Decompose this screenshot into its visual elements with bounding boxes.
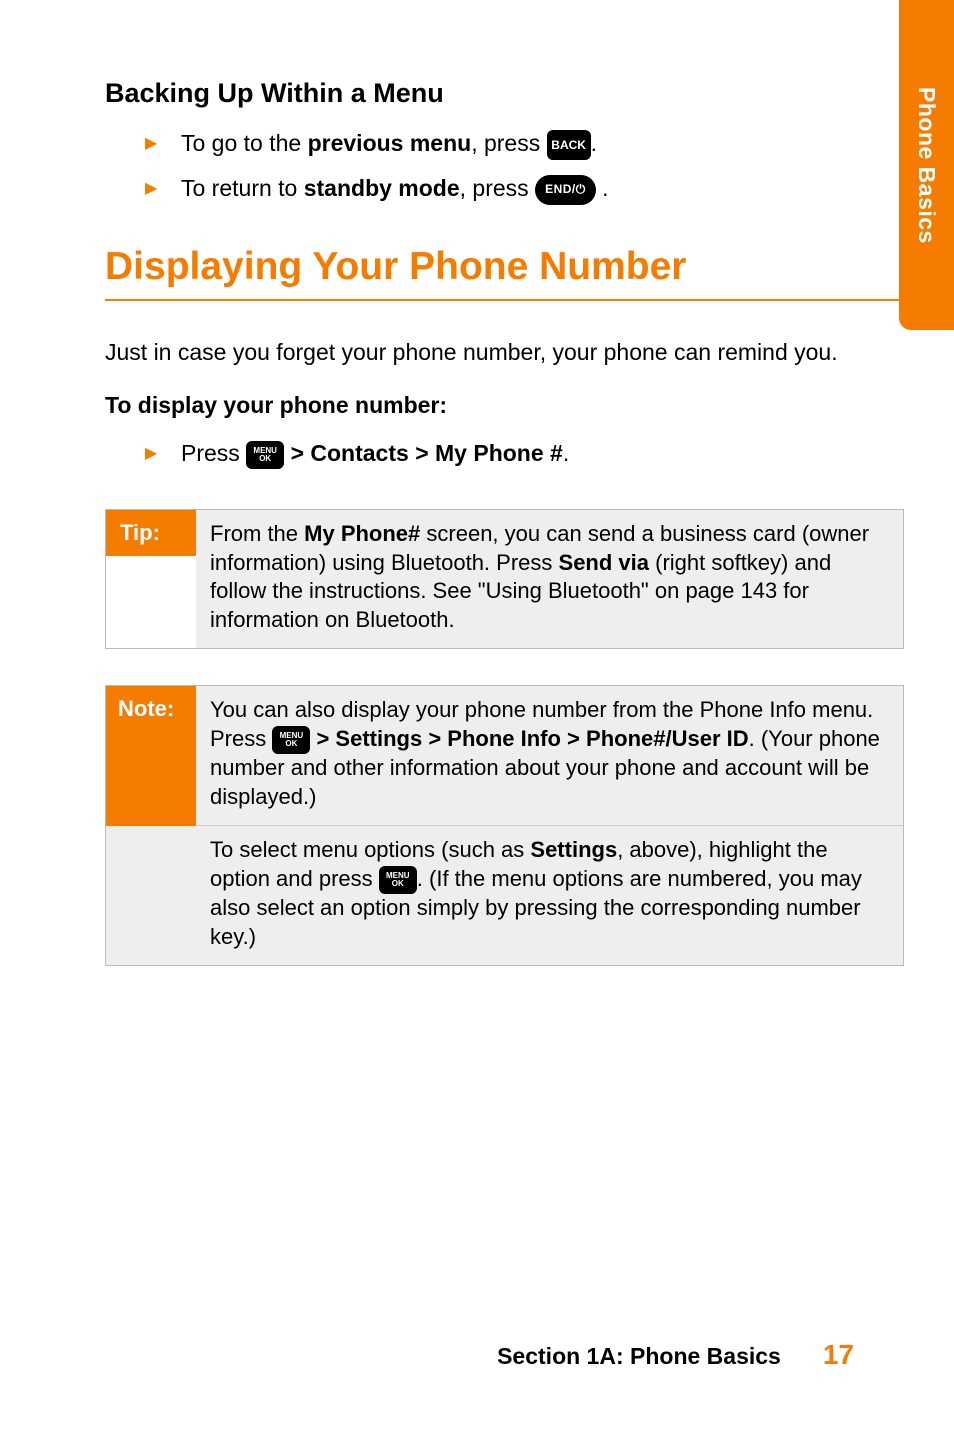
- bullet-text: To return to standby mode, press END/⏻ .: [181, 172, 609, 205]
- note-label: Note:: [106, 686, 196, 826]
- text-bold: > Settings > Phone Info > Phone#/User ID: [310, 726, 748, 751]
- heading-displaying-number: Displaying Your Phone Number: [105, 245, 904, 289]
- text-bold: > Contacts > My Phone #: [284, 440, 563, 466]
- text-fragment: .: [596, 175, 609, 201]
- note-callout: Note: You can also display your phone nu…: [105, 685, 904, 966]
- bullet-item: ▶ To go to the previous menu, press BACK…: [145, 127, 904, 160]
- bullet-list: ▶ Press MENUOK > Contacts > My Phone #.: [105, 437, 904, 469]
- tip-label: Tip:: [106, 510, 196, 556]
- end-power-key-icon: END/⏻: [535, 175, 596, 205]
- footer-section-label: Section 1A: Phone Basics: [497, 1343, 781, 1370]
- heading-underline: [105, 299, 904, 301]
- triangle-bullet-icon: ▶: [145, 133, 161, 153]
- text-fragment: .: [563, 440, 569, 466]
- text-fragment: To select menu options (such as: [210, 837, 530, 862]
- note-row: Note: You can also display your phone nu…: [106, 686, 903, 826]
- text-fragment: To go to the: [181, 130, 308, 156]
- text-bold: Send via: [559, 550, 649, 575]
- tip-body: From the My Phone# screen, you can send …: [196, 510, 903, 648]
- text-bold: previous menu: [308, 130, 472, 156]
- bullet-item: ▶ Press MENUOK > Contacts > My Phone #.: [145, 437, 904, 469]
- note-body: To select menu options (such as Settings…: [196, 826, 903, 965]
- menu-ok-key-icon: MENUOK: [272, 726, 310, 754]
- bullet-text: Press MENUOK > Contacts > My Phone #.: [181, 437, 569, 469]
- triangle-bullet-icon: ▶: [145, 178, 161, 198]
- note-row: To select menu options (such as Settings…: [106, 826, 903, 965]
- text-fragment: From the: [210, 521, 304, 546]
- text-bold: My Phone#: [304, 521, 420, 546]
- back-key-icon: BACK: [547, 130, 591, 160]
- step-heading: To display your phone number:: [105, 392, 904, 419]
- page-content: Backing Up Within a Menu ▶ To go to the …: [0, 0, 954, 1026]
- menu-ok-key-icon: MENUOK: [379, 866, 417, 894]
- side-tab-label: Phone Basics: [913, 87, 940, 244]
- tip-callout: Tip: From the My Phone# screen, you can …: [105, 509, 904, 649]
- text-fragment: , press: [460, 175, 535, 201]
- menu-ok-key-icon: MENUOK: [246, 441, 284, 469]
- text-fragment: Press: [181, 440, 246, 466]
- note-body: You can also display your phone number f…: [196, 686, 903, 826]
- text-bold: Settings: [530, 837, 617, 862]
- note-side-filler: [106, 826, 196, 965]
- text-fragment: , press: [471, 130, 546, 156]
- intro-paragraph: Just in case you forget your phone numbe…: [105, 337, 904, 368]
- text-bold: standby mode: [304, 175, 460, 201]
- footer-page-number: 17: [823, 1339, 854, 1371]
- page-footer: Section 1A: Phone Basics 17: [497, 1339, 854, 1371]
- section-side-tab: Phone Basics: [899, 0, 954, 330]
- bullet-list: ▶ To go to the previous menu, press BACK…: [105, 127, 904, 205]
- bullet-item: ▶ To return to standby mode, press END/⏻…: [145, 172, 904, 205]
- triangle-bullet-icon: ▶: [145, 443, 161, 463]
- text-fragment: .: [591, 130, 597, 156]
- text-fragment: To return to: [181, 175, 304, 201]
- subheading-backing-up: Backing Up Within a Menu: [105, 78, 904, 109]
- bullet-text: To go to the previous menu, press BACK.: [181, 127, 597, 160]
